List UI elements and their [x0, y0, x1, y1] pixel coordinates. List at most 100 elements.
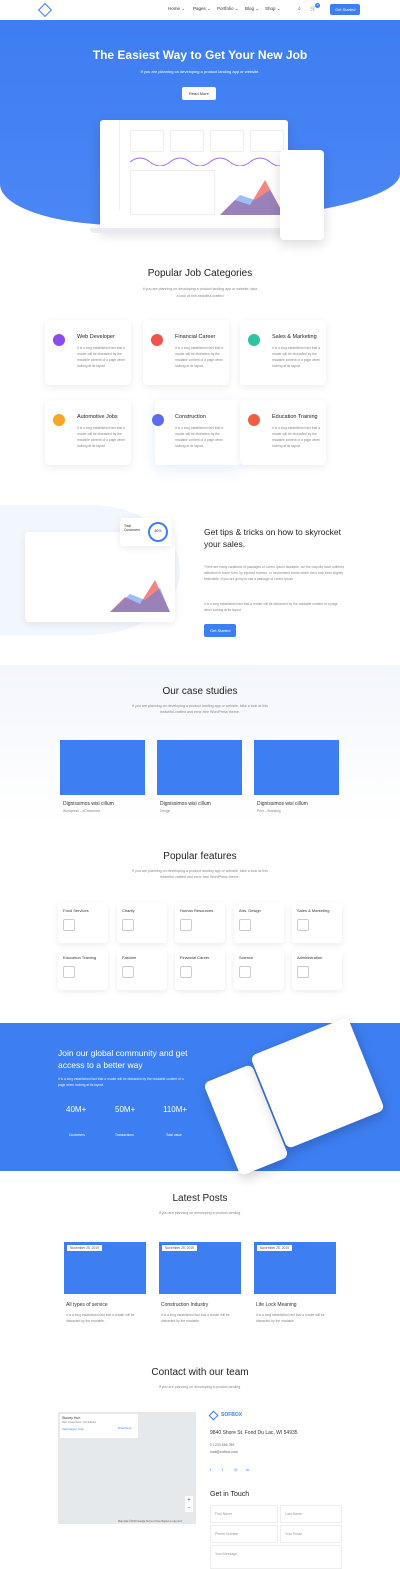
- hero-title: The Easiest Way to Get Your New Job: [92, 48, 308, 62]
- sofbox-logo-icon: [208, 1410, 219, 1421]
- cart-count-badge: 0: [315, 3, 320, 8]
- category-card-construction[interactable]: Construction It is a long established fa…: [152, 400, 241, 465]
- tips-title: Get tips & tricks on how to skyrocket yo…: [204, 527, 341, 549]
- feature-title: Science: [239, 955, 254, 960]
- case-study-image[interactable]: [254, 740, 339, 795]
- feature-card[interactable]: Fashion: [117, 950, 167, 990]
- get-in-touch-title: Get in Touch: [210, 1491, 250, 1498]
- phone-mockup: [280, 150, 324, 240]
- mockup-stat-card: [170, 130, 204, 152]
- post-date-badge: November 25, 2019: [162, 1245, 197, 1251]
- mockup-sidebar: [100, 120, 120, 210]
- map-directions-link[interactable]: Directions: [118, 1426, 131, 1430]
- stat-value: 110M+: [163, 1105, 188, 1114]
- nav-item-portfolio[interactable]: Portfolio ⌄: [217, 6, 239, 12]
- feature-title: Administration: [297, 955, 323, 960]
- category-card-financial-career[interactable]: Financial Career It is a long establishe…: [143, 320, 229, 385]
- category-card-automotive-jobs[interactable]: Automotive Jobs It is a long established…: [45, 400, 131, 465]
- twitter-icon[interactable]: t: [210, 1467, 211, 1472]
- post-date-badge: November 25, 2019: [257, 1245, 292, 1251]
- get-started-button[interactable]: Get Started: [330, 4, 361, 15]
- post-title[interactable]: Life Lock Meaning: [256, 1302, 297, 1308]
- case-study-title[interactable]: Dignissimos wisi cillum: [257, 801, 308, 807]
- mockup-table: [130, 170, 215, 215]
- feature-card[interactable]: Food Services: [58, 903, 108, 943]
- nav-item-home[interactable]: Home ⌄: [168, 6, 185, 12]
- tips-text-2: It is a long established fact that a rea…: [204, 602, 338, 612]
- category-card-web-developer[interactable]: Web Developer It is a long established f…: [45, 320, 131, 385]
- feature-card[interactable]: Charity: [117, 903, 167, 943]
- car-icon: [53, 414, 65, 426]
- mockup-stat-card: [250, 130, 284, 152]
- charity-icon: [122, 919, 134, 931]
- admin-icon: [297, 966, 309, 978]
- brand-logo-icon[interactable]: [37, 2, 53, 18]
- total-customers-widget: Total Customers 80%: [120, 518, 172, 546]
- map-footer: Map data ©2019 Google Terms of Use Repor…: [118, 1520, 183, 1523]
- contact-map[interactable]: Stoney Hun San Francisco, CA 94114 View …: [58, 1412, 196, 1524]
- post-title[interactable]: All types of service: [66, 1302, 108, 1308]
- feature-card[interactable]: Human Resources: [175, 903, 225, 943]
- community-title: Join our global community and get access…: [58, 1048, 188, 1070]
- category-title: Financial Career: [175, 334, 216, 340]
- search-icon[interactable]: ⌕: [298, 6, 301, 12]
- feature-card[interactable]: Arts, Design: [234, 903, 284, 943]
- tips-get-started-button[interactable]: Get Started: [204, 624, 237, 637]
- category-card-education-training[interactable]: Education Training It is a long establis…: [240, 400, 326, 465]
- feature-card[interactable]: Education Training: [58, 950, 108, 990]
- category-title: Web Developer: [77, 334, 115, 340]
- people-icon: [180, 919, 192, 931]
- feature-card[interactable]: Administration: [292, 950, 342, 990]
- facebook-icon[interactable]: f: [222, 1467, 223, 1472]
- feature-card[interactable]: Sales & Marketing: [292, 903, 342, 943]
- code-icon: [53, 334, 65, 346]
- case-study-meta: Print – Branding: [257, 809, 281, 813]
- posts-title: Latest Posts: [172, 1193, 228, 1204]
- categories-subtitle: a look at this beautiful-crafted: [176, 294, 224, 298]
- read-more-button[interactable]: Read More: [182, 87, 216, 100]
- phone-input[interactable]: Phone Number: [210, 1525, 278, 1543]
- widget-label: Total Customers: [124, 524, 140, 532]
- case-study-meta: Wordpress – eCommerce: [63, 809, 101, 813]
- feature-card[interactable]: Financial Career: [175, 950, 225, 990]
- case-study-meta: Design: [160, 809, 171, 813]
- posts-subtitle: If you are planning on developing a prod…: [158, 1211, 242, 1215]
- email-input[interactable]: Your Email: [280, 1525, 342, 1543]
- cases-title: Our case studies: [162, 686, 238, 697]
- linkedin-icon[interactable]: in: [246, 1467, 249, 1472]
- category-title: Sales & Marketing: [272, 334, 317, 340]
- stat-label: Customers: [69, 1133, 85, 1137]
- category-text: It is a long established fact that a rea…: [77, 426, 126, 448]
- case-study-title[interactable]: Dignissimos wisi cillum: [160, 801, 211, 807]
- feature-title: Financial Career: [180, 955, 210, 960]
- case-study-image[interactable]: [157, 740, 242, 795]
- category-text: It is a long established fact that a rea…: [272, 426, 321, 448]
- stat-label: Total value: [166, 1133, 182, 1137]
- map-zoom-controls[interactable]: + −: [185, 1496, 193, 1512]
- nav-item-shop[interactable]: Shop ⌄: [265, 6, 281, 12]
- stat-value: 40M+: [66, 1105, 87, 1114]
- tips-text-1: There are many variations of passages of…: [204, 565, 344, 581]
- map-place-city: San Francisco, CA 94114: [62, 1420, 96, 1424]
- nav-item-blog[interactable]: Blog ⌄: [245, 6, 259, 12]
- message-textarea[interactable]: Your Message: [210, 1545, 342, 1569]
- tips-area-chart: [110, 580, 170, 612]
- features-title: Popular features: [163, 851, 237, 862]
- first-name-input[interactable]: First Name: [210, 1505, 278, 1523]
- nav-item-pages[interactable]: Pages ⌄: [193, 6, 211, 12]
- book-icon: [248, 414, 260, 426]
- contact-title: Contact with our team: [151, 1367, 249, 1378]
- contact-subtitle: If you are planning on developing a prod…: [158, 1385, 242, 1389]
- mockup-area-chart: [220, 180, 284, 215]
- category-card-sales-marketing[interactable]: Sales & Marketing It is a long establish…: [240, 320, 326, 385]
- features-subtitle: If you are planning on developing a prod…: [132, 869, 268, 879]
- feature-card[interactable]: Science: [234, 950, 284, 990]
- post-title[interactable]: Construction Industry: [161, 1302, 208, 1308]
- case-study-image[interactable]: [60, 740, 145, 795]
- case-study-title[interactable]: Dignissimos wisi cillum: [63, 801, 114, 807]
- mockup-stat-card: [210, 130, 244, 152]
- brand-name: SOFBOX: [221, 1412, 243, 1418]
- science-icon: [239, 966, 251, 978]
- instagram-icon[interactable]: ◎: [234, 1467, 238, 1472]
- last-name-input[interactable]: Last Name: [280, 1505, 342, 1523]
